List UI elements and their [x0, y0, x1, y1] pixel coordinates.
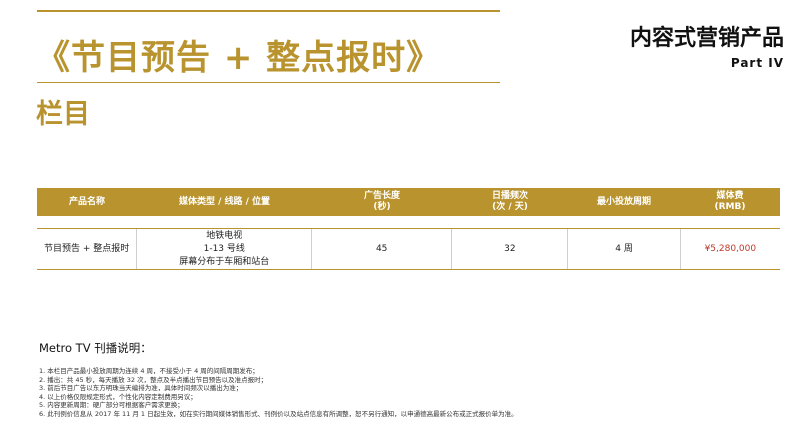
cell-media-fee: ¥5,280,000 [704, 243, 757, 254]
cell-product-name: 节目预告 + 整点报时 [37, 229, 138, 269]
notes-list: 1. 本栏目产品最小投放周期为连续 4 周，不接受小于 4 周的间隔周期发布； … [39, 367, 518, 419]
notes-title: Metro TV 刊播说明： [39, 341, 152, 355]
note-item: 5. 内容更新周期：硬广部分可根据客户需求更换； [39, 401, 184, 410]
note-item: 2. 播出：共 45 秒，每天播放 32 次，整点及半点播出节目预告以及准点报时… [39, 375, 268, 384]
header-media-type: 媒体类型 / 线路 / 位置 [178, 196, 271, 207]
note-item: 6. 此刊例价信息从 2017 年 11 月 1 日起生效，如在实行期间媒体销售… [39, 409, 518, 418]
header-frequency: 日播频次 (次 / 天) [491, 191, 528, 212]
header-ad-length: 广告长度 (秒) [363, 191, 400, 212]
header-min-period: 最小投放周期 [596, 196, 651, 207]
note-item: 3. 前后节目广告以东方明珠当天编排为准，具体时间频次以播出为准； [39, 384, 243, 393]
table-header: 产品名称 媒体类型 / 线路 / 位置 广告长度 (秒) 日播频次 (次 / 天) … [37, 188, 780, 216]
cell-min-period: 4 周 [568, 229, 681, 269]
cell-media-type: 地铁电视 1-13 号线 屏幕分布于车厢和站台 [137, 229, 313, 269]
page-title: 《节目预告 + 整点报时》 [36, 38, 442, 78]
part-number: Part IV [730, 56, 784, 70]
table-row: 节目预告 + 整点报时 地铁电视 1-13 号线 屏幕分布于车厢和站台 45 3… [37, 228, 780, 270]
cell-ad-length: 45 [312, 229, 453, 269]
cell-frequency: 32 [452, 229, 569, 269]
top-divider [37, 10, 500, 12]
part-title: 内容式营销产品 [629, 26, 784, 51]
title-divider [37, 82, 500, 83]
note-item: 1. 本栏目产品最小投放周期为连续 4 周，不接受小于 4 周的间隔周期发布； [39, 367, 259, 375]
header-media-fee: 媒体费 (RMB) [714, 191, 746, 212]
section-subtitle: 栏目 [36, 99, 90, 130]
header-product-name: 产品名称 [68, 196, 105, 207]
product-table: 产品名称 媒体类型 / 线路 / 位置 广告长度 (秒) 日播频次 (次 / 天) … [37, 188, 780, 270]
